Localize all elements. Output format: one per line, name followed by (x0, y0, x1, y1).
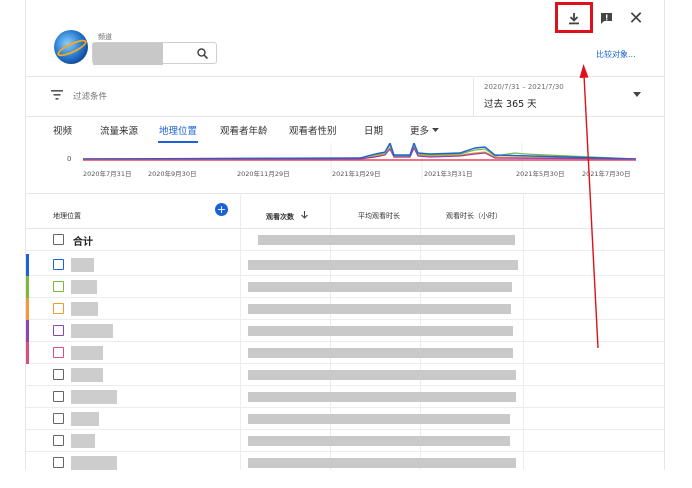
tab-more-label: 更多 (410, 126, 430, 137)
series-color-indicator (26, 254, 29, 276)
table-row (26, 364, 664, 386)
column-header-location[interactable]: 地理位置 (53, 211, 81, 221)
close-icon: ✕ (628, 7, 644, 29)
row-checkbox[interactable] (53, 303, 64, 314)
tab-traffic-source[interactable]: 流量来源 (100, 123, 138, 137)
avatar-ring (55, 36, 88, 60)
tab-date[interactable]: 日期 (364, 123, 383, 137)
date-range-text[interactable]: 2020/7/31 – 2021/7/30 (484, 83, 564, 91)
row-values-redacted (248, 436, 510, 446)
row-values-redacted (248, 348, 513, 358)
table-row (26, 430, 664, 452)
x-tick-label: 2021年1月29日 (332, 170, 381, 178)
series-color-indicator (26, 342, 29, 364)
search-icon[interactable] (196, 47, 210, 61)
location-name-redacted (71, 302, 98, 316)
channel-name-redacted (93, 43, 163, 65)
series-color-indicator (26, 320, 29, 342)
x-tick-label: 2021年3月31日 (424, 170, 473, 178)
row-checkbox[interactable] (53, 435, 64, 446)
channel-label: 频道 (98, 33, 112, 41)
tab-videos[interactable]: 视频 (53, 123, 72, 137)
location-name-redacted (71, 456, 117, 470)
location-name-redacted (71, 280, 97, 294)
filter-label[interactable]: 过滤条件 (73, 90, 107, 102)
x-tick-label: 2020年11月29日 (237, 170, 290, 178)
row-values-redacted (248, 414, 510, 424)
row-checkbox[interactable] (53, 281, 64, 292)
table-row (26, 408, 664, 430)
tab-viewer-gender[interactable]: 观看者性别 (289, 123, 337, 137)
row-values-redacted (248, 282, 512, 292)
y-axis-zero-label: 0 (67, 155, 72, 163)
date-period-label[interactable]: 过去 365 天 (484, 96, 537, 110)
series-line-blue (82, 143, 637, 160)
location-name-redacted (71, 434, 95, 448)
tab-viewer-age[interactable]: 观看者年龄 (220, 123, 268, 137)
column-header-views[interactable]: 观看次数 (266, 211, 309, 222)
row-checkbox[interactable] (53, 259, 64, 270)
location-name-redacted (71, 390, 117, 404)
column-header-avg-duration[interactable]: 平均观看时长 (358, 211, 400, 221)
add-column-button[interactable]: + (215, 203, 228, 216)
row-values-redacted (248, 260, 518, 270)
column-header-views-label: 观看次数 (266, 213, 294, 221)
row-values-redacted (248, 326, 513, 336)
total-label: 合计 (73, 237, 93, 248)
series-color-indicator (26, 298, 29, 320)
location-name-redacted (71, 412, 99, 426)
x-tick-label: 2021年5月30日 (516, 170, 565, 178)
column-header-watch-time[interactable]: 观看时长（小时） (446, 211, 502, 221)
row-checkbox[interactable] (53, 391, 64, 402)
row-values-redacted (248, 392, 516, 402)
table-row (26, 386, 664, 408)
tab-more[interactable]: 更多 (410, 123, 440, 137)
row-checkbox[interactable] (53, 234, 64, 245)
table-row (26, 452, 664, 470)
row-checkbox[interactable] (53, 457, 64, 468)
location-name-redacted (71, 258, 94, 272)
location-name-redacted (71, 324, 113, 338)
channel-search-field[interactable] (92, 42, 217, 65)
filter-icon[interactable] (51, 90, 63, 100)
analytics-dialog: ✕ 频道 比较对象... 过滤条件 2020/7/31 – 2021/7/30 … (0, 0, 692, 488)
row-values-redacted (258, 235, 515, 245)
channel-avatar (54, 30, 88, 64)
row-values-redacted (248, 370, 516, 380)
row-checkbox[interactable] (53, 369, 64, 380)
close-button[interactable]: ✕ (626, 7, 646, 29)
location-name-redacted (71, 368, 103, 382)
x-tick-label: 2020年7月31日 (83, 170, 132, 178)
row-values-redacted (248, 304, 511, 314)
dialog-right-border (664, 0, 665, 470)
x-tick-label: 2020年9月30日 (148, 170, 197, 178)
row-values-redacted (248, 458, 516, 468)
tab-geography[interactable]: 地理位置 (159, 123, 197, 137)
annotation-arrow (579, 64, 599, 349)
series-color-indicator (26, 276, 29, 298)
location-name-redacted (71, 346, 103, 360)
row-checkbox[interactable] (53, 325, 64, 336)
chevron-down-icon (432, 127, 440, 132)
date-divider (473, 78, 474, 116)
row-checkbox[interactable] (53, 347, 64, 358)
sort-descending-icon (301, 211, 309, 219)
chevron-down-icon[interactable] (633, 92, 641, 97)
row-checkbox[interactable] (53, 413, 64, 424)
